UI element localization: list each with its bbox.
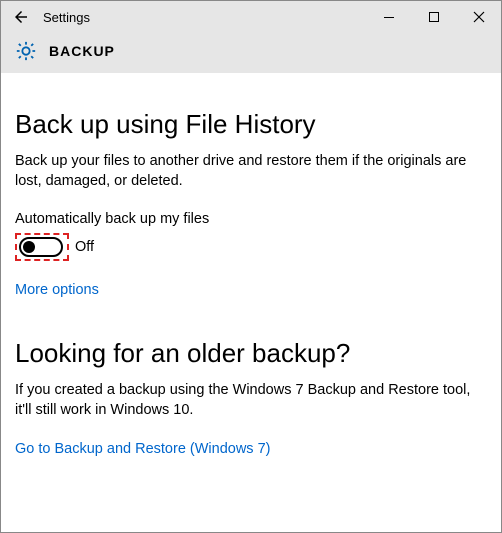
content-area: Back up using File History Back up your … xyxy=(1,73,501,497)
link-backup-restore-win7[interactable]: Go to Backup and Restore (Windows 7) xyxy=(15,441,270,457)
section-body-older-backup: If you created a backup using the Window… xyxy=(15,381,475,420)
arrow-left-icon xyxy=(12,8,30,26)
back-button[interactable] xyxy=(1,1,41,33)
section-heading-older-backup: Looking for an older backup? xyxy=(15,338,487,369)
close-button[interactable] xyxy=(456,1,501,33)
maximize-button[interactable] xyxy=(411,1,456,33)
page-header-label: BACKUP xyxy=(49,43,115,59)
close-icon xyxy=(473,11,485,23)
toggle-state-label: Off xyxy=(75,239,94,255)
gear-icon xyxy=(15,40,37,62)
window-title: Settings xyxy=(41,10,366,25)
maximize-icon xyxy=(428,11,440,23)
toggle-label-auto-backup: Automatically back up my files xyxy=(15,211,487,227)
section-body-file-history: Back up your files to another drive and … xyxy=(15,152,475,191)
section-heading-file-history: Back up using File History xyxy=(15,109,487,140)
toggle-row-auto-backup: Off xyxy=(15,233,487,261)
page-header: BACKUP xyxy=(1,33,501,73)
titlebar: Settings xyxy=(1,1,501,33)
toggle-knob xyxy=(23,241,35,253)
minimize-icon xyxy=(383,11,395,23)
minimize-button[interactable] xyxy=(366,1,411,33)
link-more-options[interactable]: More options xyxy=(15,282,99,298)
highlight-annotation xyxy=(15,233,69,261)
toggle-auto-backup[interactable] xyxy=(19,237,63,257)
window-controls xyxy=(366,1,501,33)
